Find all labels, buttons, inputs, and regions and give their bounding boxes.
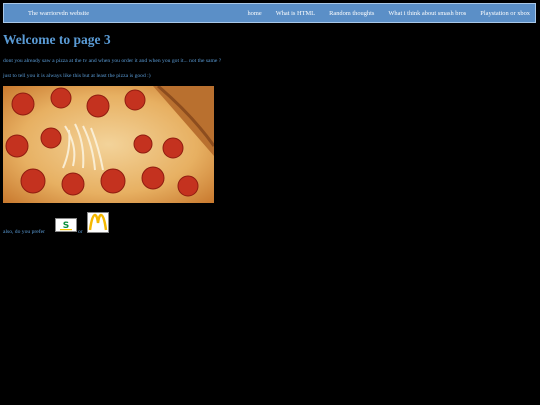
nav-link-playstation-xbox[interactable]: Playstation or xbox	[480, 10, 530, 17]
site-brand[interactable]: The warriorvdn website	[28, 10, 89, 17]
choice-or-text: or	[78, 229, 83, 235]
subway-logo: S	[55, 218, 77, 232]
intro-paragraph: dont you already saw a pizza at the tv a…	[3, 58, 222, 64]
nav-link-home[interactable]: home	[247, 10, 261, 17]
navbar: The warriorvdn website home What is HTML…	[3, 3, 536, 23]
page-title: Welcome to page 3	[3, 32, 111, 47]
followup-paragraph: just to tell you it is always like this …	[3, 73, 151, 79]
nav-link-random-thoughts[interactable]: Random thoughts	[329, 10, 374, 17]
choice-prefix-text: also, do you prefer	[3, 229, 45, 235]
mcdonalds-logo	[87, 212, 109, 233]
nav-link-smash-bros[interactable]: What i think about smash bros	[388, 10, 466, 17]
nav-links: home What is HTML Random thoughts What i…	[233, 10, 530, 17]
pizza-image	[3, 86, 214, 203]
nav-link-what-is-html[interactable]: What is HTML	[276, 10, 315, 17]
